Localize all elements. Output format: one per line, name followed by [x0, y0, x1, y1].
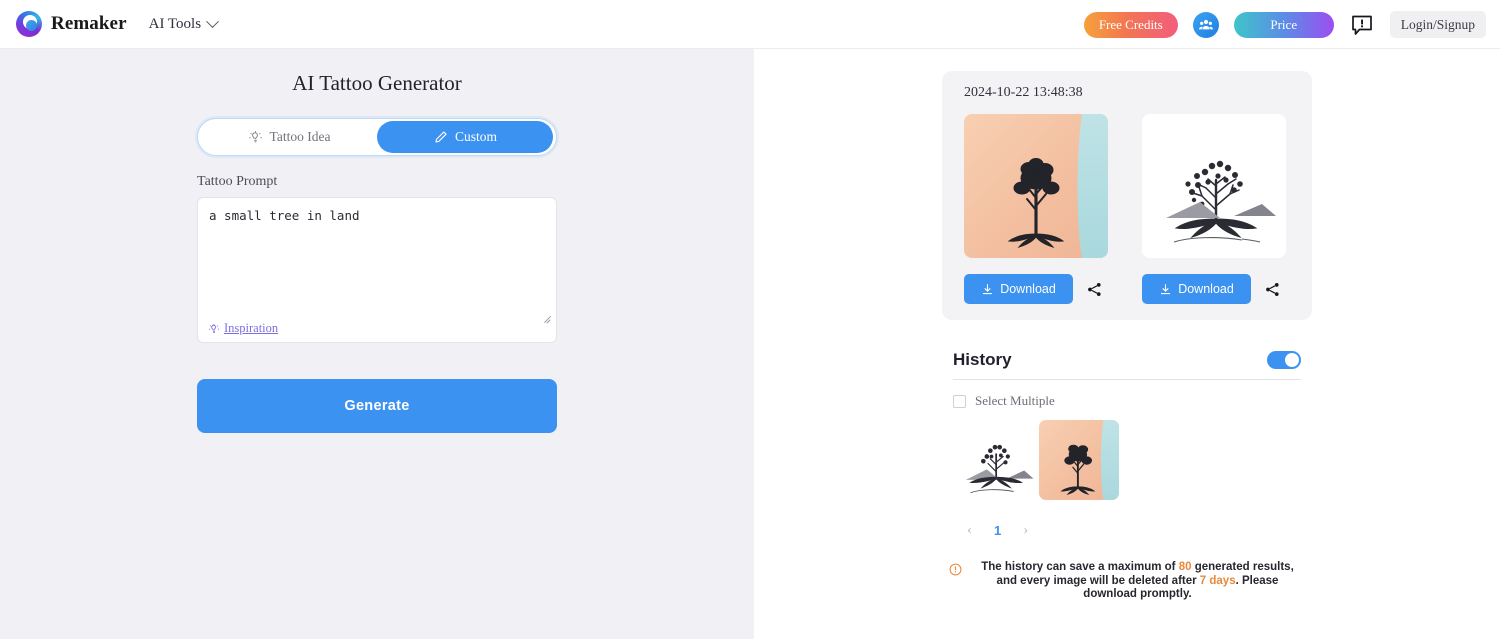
remaker-logo-icon: [16, 11, 42, 37]
alert-circle-icon: [949, 563, 962, 576]
notice-text-part-1: The history can save a maximum of: [981, 561, 1179, 573]
tab-custom-label: Custom: [454, 129, 497, 144]
pagination-next-icon[interactable]: ›: [1023, 522, 1028, 539]
download-button-1-label: Download: [1000, 282, 1056, 296]
tattoo-prompt-field[interactable]: a small tree in land Inspiration: [197, 197, 557, 343]
history-notice: The history can save a maximum of 80 gen…: [949, 561, 1305, 602]
tattoo-sketch-image: [1142, 114, 1286, 258]
users-glyph: [1198, 19, 1213, 29]
login-signup-label: Login/Signup: [1400, 16, 1475, 32]
result-actions: Download Download: [964, 274, 1290, 304]
notice-max-results: 80: [1178, 561, 1192, 573]
download-button-1[interactable]: Download: [964, 274, 1073, 304]
share-button-2[interactable]: [1263, 280, 1281, 298]
share-icon: [1087, 282, 1101, 296]
history-sketch-thumb: [953, 418, 1037, 502]
pagination-page-1[interactable]: 1: [994, 523, 1001, 538]
history-toggle[interactable]: [1267, 351, 1301, 369]
mode-switcher: Tattoo Idea Custom: [197, 118, 557, 156]
tattoo-on-skin-image: [964, 114, 1108, 258]
select-multiple-checkbox[interactable]: [953, 394, 966, 408]
history-skin-thumb: [1039, 420, 1119, 500]
tattoo-prompt-input[interactable]: a small tree in land: [209, 207, 542, 224]
prompt-field-label: Tattoo Prompt: [197, 174, 278, 189]
feedback-button[interactable]: [1349, 12, 1375, 38]
price-button[interactable]: Price: [1233, 11, 1334, 38]
page-body: AI Tattoo Generator Tattoo Idea Custom T…: [0, 49, 1500, 639]
history-thumbnail-skin[interactable]: [1039, 420, 1119, 500]
download-button-2[interactable]: Download: [1142, 274, 1251, 304]
affiliate-users-icon[interactable]: [1192, 11, 1219, 38]
chevron-down-icon: [206, 14, 219, 28]
price-label: Price: [1270, 16, 1298, 32]
brand-logo[interactable]: Remaker: [16, 11, 127, 37]
pencil-edit-icon: [435, 130, 447, 143]
download-icon: [983, 283, 993, 294]
brand-name: Remaker: [51, 13, 127, 34]
result-image-skin[interactable]: [964, 114, 1108, 258]
history-header: History: [953, 350, 1301, 380]
speech-bubble-alert-icon: [1351, 15, 1372, 35]
download-button-2-label: Download: [1178, 282, 1234, 296]
lightbulb-inspiration-icon: [209, 323, 219, 333]
notice-text: The history can save a maximum of 80 gen…: [970, 561, 1305, 602]
header-actions: Free Credits Price Login/Signup: [1083, 0, 1486, 49]
generate-button-label: Generate: [344, 398, 410, 414]
free-credits-label: Free Credits: [1098, 16, 1163, 32]
tab-tattoo-idea-label: Tattoo Idea: [269, 129, 331, 144]
share-icon: [1265, 282, 1279, 296]
select-multiple-row[interactable]: Select Multiple: [953, 393, 1301, 409]
pagination-prev-icon[interactable]: ‹: [967, 522, 972, 539]
lightbulb-idea-icon: [248, 130, 262, 142]
share-button-1[interactable]: [1085, 280, 1103, 298]
results-panel: 2024-10-22 13:48:38 Download Download Hi…: [754, 49, 1500, 639]
notice-retention: 7 days: [1199, 574, 1236, 587]
free-credits-button[interactable]: Free Credits: [1083, 11, 1178, 38]
inspiration-label: Inspiration: [224, 321, 279, 335]
tab-custom[interactable]: Custom: [377, 121, 553, 153]
result-timestamp: 2024-10-22 13:48:38: [964, 85, 1083, 100]
download-icon: [1161, 283, 1171, 294]
latest-result-card: 2024-10-22 13:48:38 Download Download: [942, 71, 1312, 320]
app-header: Remaker AI Tools Free Credits Price Logi…: [0, 0, 1500, 49]
nav-ai-tools[interactable]: AI Tools: [148, 14, 219, 33]
history-thumbnail-list: [953, 418, 1301, 502]
result-image-list: [964, 114, 1290, 258]
history-pagination: ‹ 1 ›: [967, 522, 1301, 539]
select-multiple-label: Select Multiple: [975, 393, 1055, 408]
resize-handle-icon[interactable]: [543, 313, 552, 322]
history-title: History: [953, 350, 1012, 369]
result-actions-1: Download: [964, 274, 1108, 304]
history-thumbnail-sketch[interactable]: [953, 418, 1037, 502]
generate-button[interactable]: Generate: [197, 379, 557, 433]
notice-info-icon: [949, 563, 962, 581]
history-section: History Select Multiple ‹ 1 ›: [953, 350, 1301, 539]
page-title: AI Tattoo Generator: [292, 71, 462, 95]
tab-tattoo-idea[interactable]: Tattoo Idea: [201, 121, 377, 153]
login-signup-button[interactable]: Login/Signup: [1389, 11, 1486, 38]
inspiration-link[interactable]: Inspiration: [208, 321, 278, 336]
result-image-sketch[interactable]: [1142, 114, 1286, 258]
nav-ai-tools-label: AI Tools: [148, 15, 202, 32]
result-actions-2: Download: [1142, 274, 1286, 304]
generator-panel: AI Tattoo Generator Tattoo Idea Custom T…: [0, 49, 754, 639]
